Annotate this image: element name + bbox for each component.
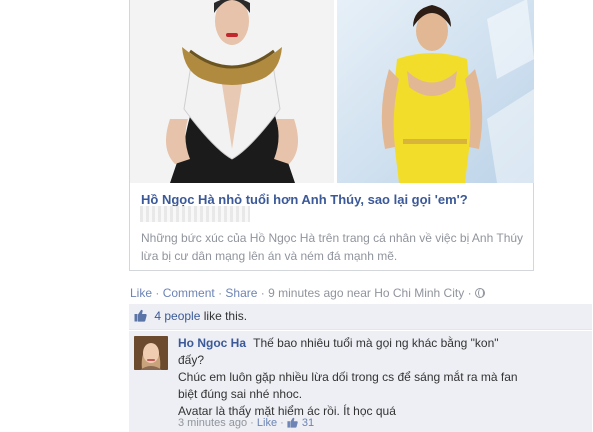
likes-summary: 4 people like this. <box>134 309 247 325</box>
comment-like-count[interactable]: 31 <box>302 417 314 429</box>
thumbs-up-icon <box>134 309 147 325</box>
comment-link[interactable]: Comment <box>163 286 215 300</box>
link-title[interactable]: Hồ Ngọc Hà nhỏ tuổi hơn Anh Thúy, sao lạ… <box>141 192 531 207</box>
thumbs-up-icon <box>287 417 298 431</box>
comment-line-2: Chúc em luôn gặp nhiều lừa dối trong cs … <box>178 370 518 401</box>
link-preview-card[interactable]: Hồ Ngọc Hà nhỏ tuổi hơn Anh Thúy, sao lạ… <box>129 0 534 271</box>
comment-author-link[interactable]: Ho Ngoc Ha <box>178 336 246 350</box>
separator: · <box>260 286 265 300</box>
likes-suffix: like this. <box>203 309 248 323</box>
separator: · <box>218 286 223 300</box>
link-description: Những bức xúc của Hồ Ngọc Hà trên trang … <box>141 231 524 263</box>
separator: · <box>155 286 160 300</box>
comment-meta: 3 minutes ago · Like · 31 <box>178 417 314 431</box>
comment-time[interactable]: 3 minutes ago <box>178 417 247 429</box>
like-link[interactable]: Like <box>130 286 152 300</box>
comment-like-link[interactable]: Like <box>257 417 277 429</box>
globe-icon[interactable] <box>474 288 485 298</box>
separator: · <box>250 417 254 429</box>
post-actions: Like · Comment · Share · 9 minutes ago n… <box>130 286 485 300</box>
separator: · <box>280 417 284 429</box>
preview-image-right[interactable] <box>337 0 534 183</box>
share-link[interactable]: Share <box>225 286 257 300</box>
comment-body: Ho Ngoc Ha Thế bao nhiêu tuổi mà gọi ng … <box>178 335 518 420</box>
comment-line-3: Avatar là thấy mặt hiểm ác rồi. Ít học q… <box>178 404 396 418</box>
likes-count-link[interactable]: 4 people <box>154 309 200 323</box>
watermark <box>140 206 250 222</box>
avatar[interactable] <box>134 336 168 370</box>
preview-image-left[interactable] <box>130 0 334 183</box>
post-timestamp[interactable]: 9 minutes ago near Ho Chi Minh City <box>268 286 464 300</box>
separator: · <box>467 286 472 300</box>
